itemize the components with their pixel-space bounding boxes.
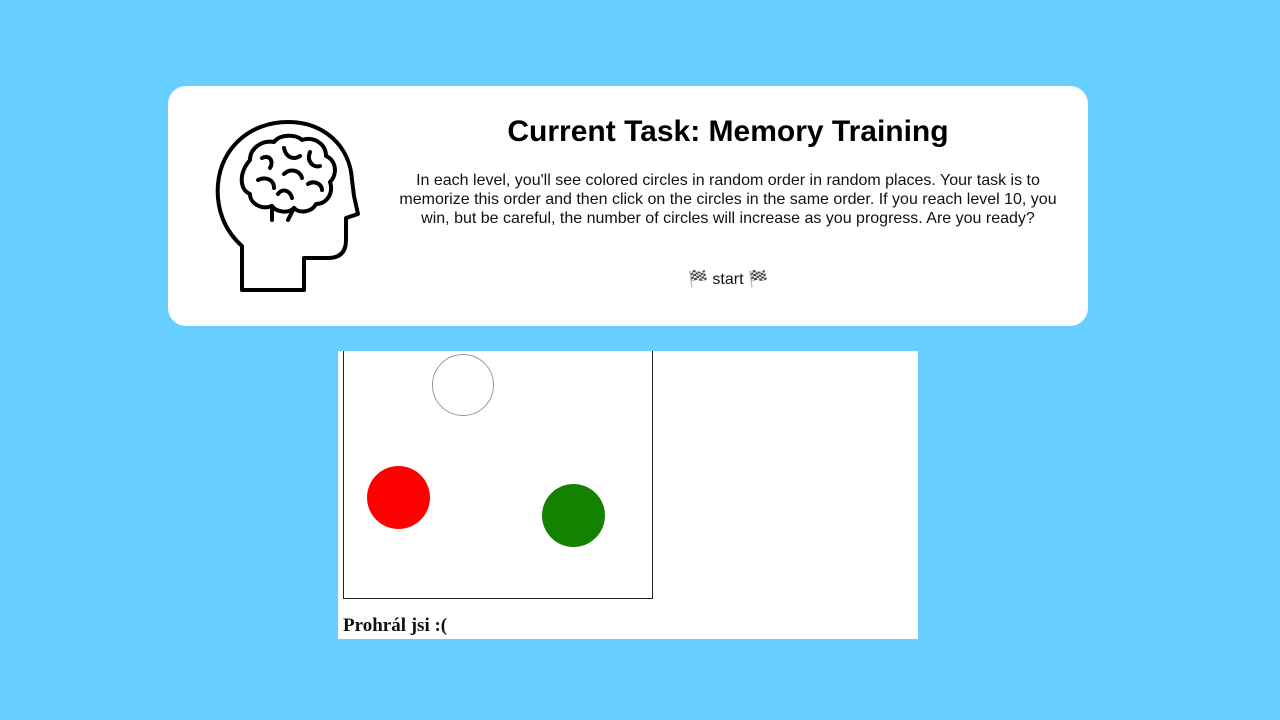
circle-red[interactable] <box>367 466 430 529</box>
game-status: Prohrál jsi :( <box>343 615 448 636</box>
page-title: Current Task: Memory Training <box>507 115 949 148</box>
circle-green[interactable] <box>542 484 605 547</box>
circle-white[interactable] <box>432 354 494 416</box>
brain-head-icon <box>215 120 360 292</box>
start-button[interactable]: 🏁 start 🏁 <box>638 266 818 294</box>
task-description: In each level, you'll see colored circle… <box>399 172 1057 227</box>
